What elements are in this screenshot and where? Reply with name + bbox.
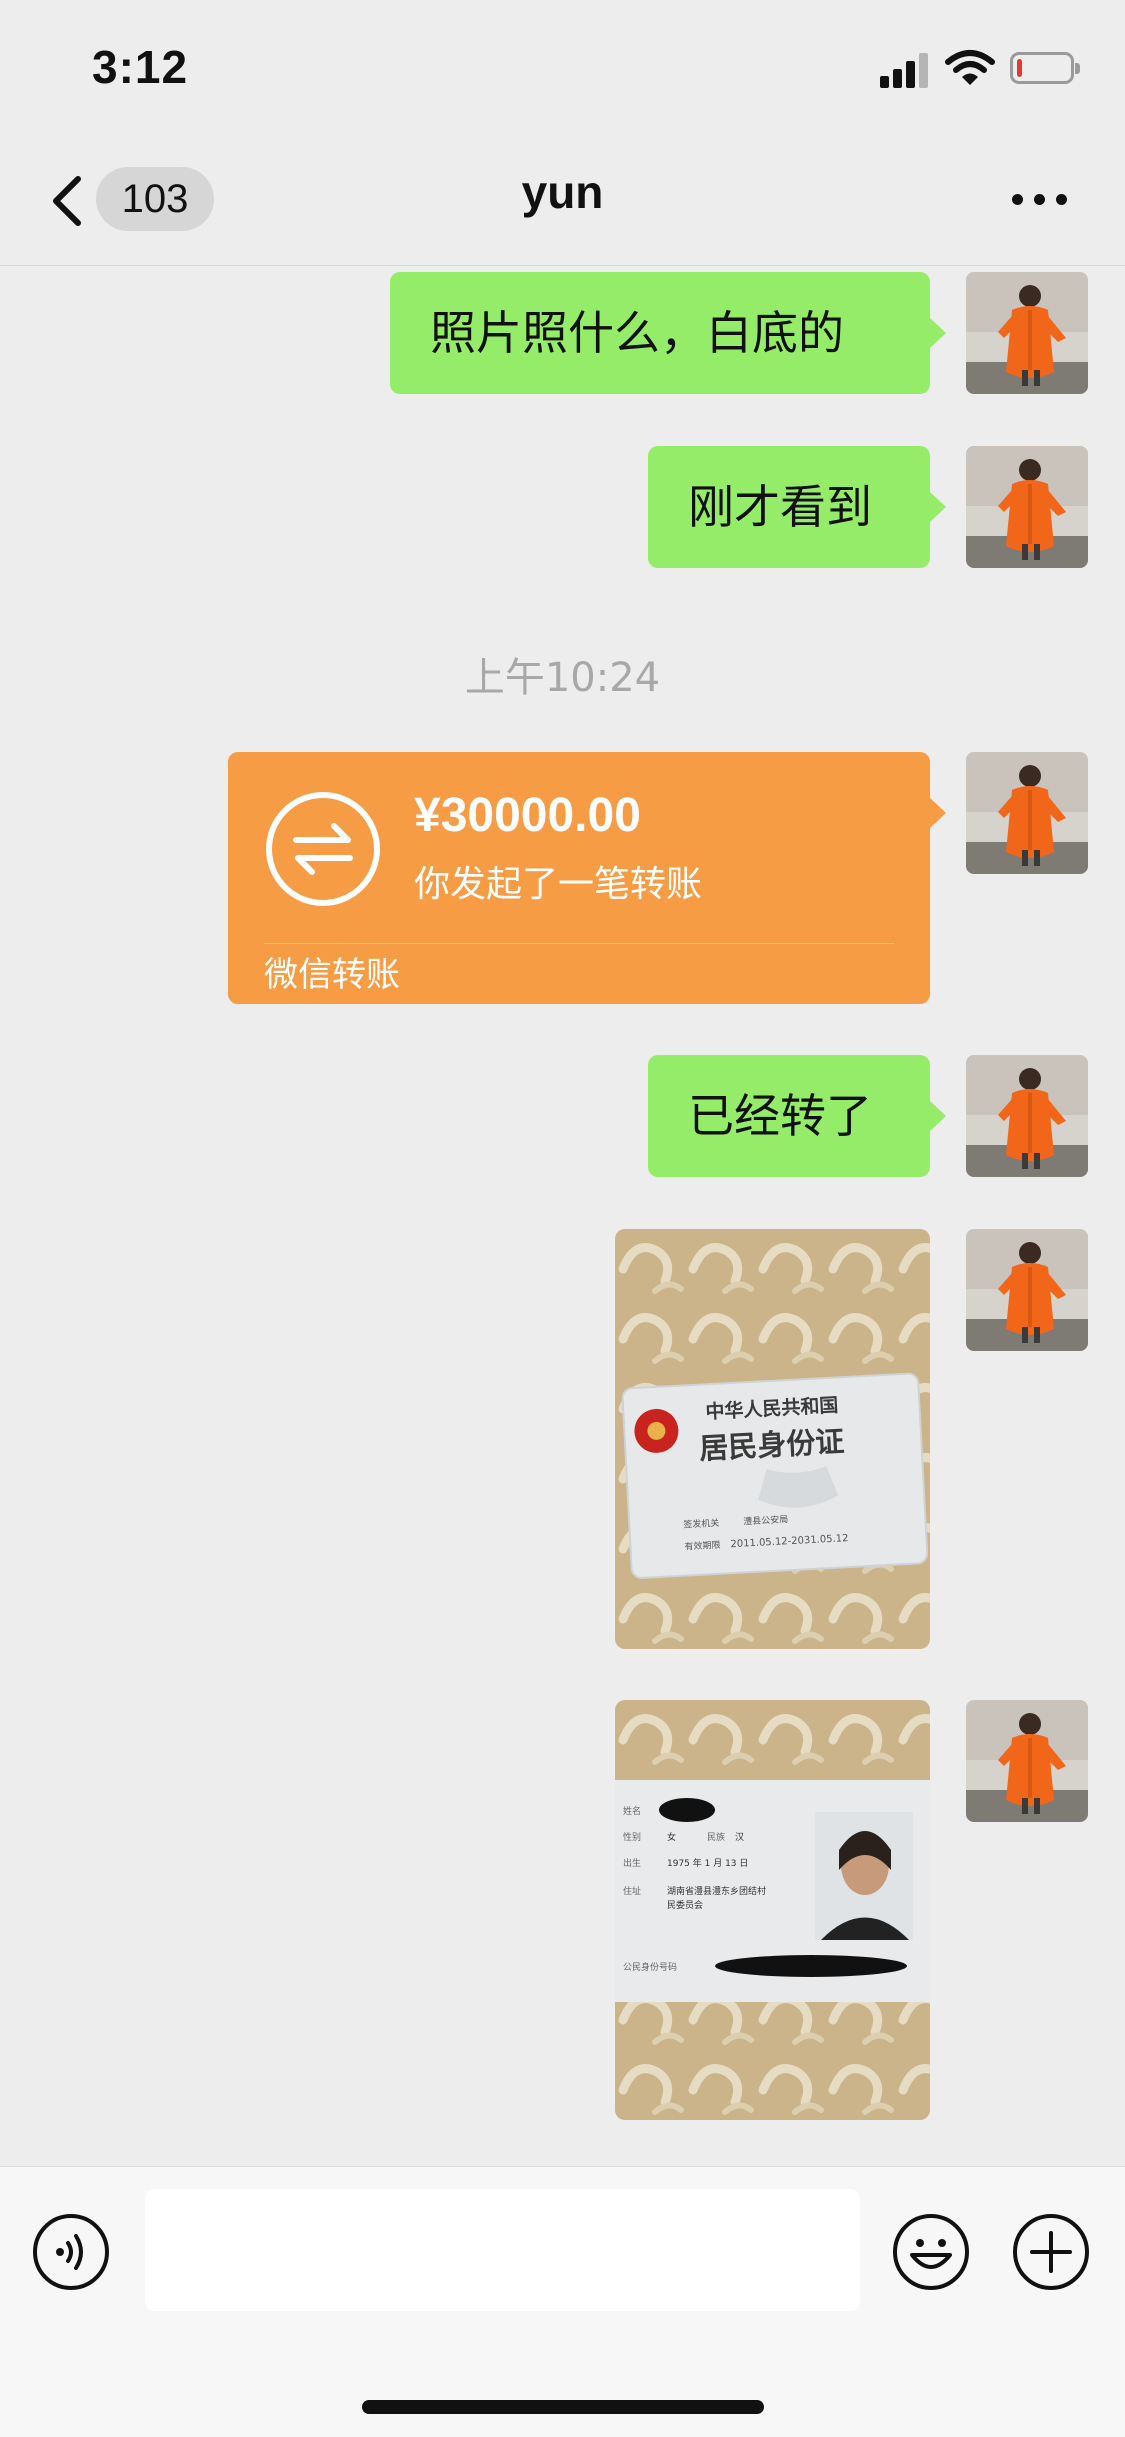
- user-avatar[interactable]: [966, 272, 1088, 394]
- id-back-ethnicity: 汉: [735, 1832, 744, 1843]
- user-avatar[interactable]: [966, 446, 1088, 568]
- cellular-signal-icon: [880, 52, 932, 88]
- user-avatar[interactable]: [966, 752, 1088, 874]
- user-avatar[interactable]: [966, 1055, 1088, 1177]
- smiley-icon[interactable]: [892, 2213, 970, 2291]
- id-back-address-label: 住址: [623, 1885, 641, 1897]
- transfer-source-label: 微信转账: [264, 955, 400, 995]
- status-bar: 3:12: [0, 0, 1125, 135]
- id-back-name-label: 姓名: [623, 1805, 641, 1817]
- id-back-sex: 女: [667, 1831, 676, 1843]
- nav-bar: 103 yun: [0, 135, 1125, 266]
- user-avatar[interactable]: [966, 1229, 1088, 1351]
- unread-count-badge[interactable]: 103: [96, 167, 214, 231]
- transfer-description: 你发起了一笔转账: [414, 864, 703, 905]
- status-time: 3:12: [92, 41, 189, 93]
- sent-message-bubble[interactable]: 刚才看到: [648, 446, 946, 568]
- input-bar: [0, 2166, 1125, 2437]
- id-back-address-line2: 民委员会: [667, 1899, 703, 1911]
- id-back-birth: 1975 年 1 月 13 日: [667, 1857, 748, 1869]
- message-input[interactable]: [145, 2189, 860, 2311]
- id-back-sex-label: 性别: [623, 1831, 641, 1843]
- battery-level: [1017, 59, 1022, 77]
- exchange-arrows-icon: [266, 792, 380, 906]
- sent-message-bubble[interactable]: 照片照什么，白底的: [390, 272, 946, 394]
- more-options-icon[interactable]: [1010, 190, 1070, 210]
- transfer-message-card[interactable]: ¥30000.00 你发起了一笔转账 微信转账: [228, 752, 946, 1004]
- transfer-amount: ¥30000.00: [414, 789, 641, 842]
- id-portrait: [815, 1812, 913, 1940]
- sent-message-bubble[interactable]: 已经转了: [648, 1055, 946, 1177]
- message-timestamp: 上午10:24: [464, 655, 661, 701]
- id-back-id-label: 公民身份号码: [623, 1961, 677, 1973]
- divider: [264, 943, 894, 944]
- voice-icon[interactable]: [32, 2213, 110, 2291]
- id-back-ethnicity-label: 民族: [707, 1831, 725, 1843]
- battery-icon: [1010, 52, 1080, 84]
- plus-icon[interactable]: [1012, 2213, 1090, 2291]
- user-avatar[interactable]: [966, 1700, 1088, 1822]
- id-card-front-photo[interactable]: 中华人民共和国 居民身份证 签发机关 澧县公安局 有效期限 2011.05.12…: [615, 1229, 930, 1649]
- chevron-left-icon[interactable]: [48, 173, 88, 229]
- id-back-birth-label: 出生: [623, 1857, 641, 1869]
- id-back-address-line1: 湖南省澧县澧东乡团结村: [667, 1885, 766, 1897]
- id-card-back-photo[interactable]: 姓名 性别 女 民族 汉 出生 1975 年 1 月 13 日 住址 湖南省澧县…: [615, 1700, 930, 2120]
- home-indicator[interactable]: [362, 2400, 764, 2414]
- wifi-icon: [945, 50, 995, 85]
